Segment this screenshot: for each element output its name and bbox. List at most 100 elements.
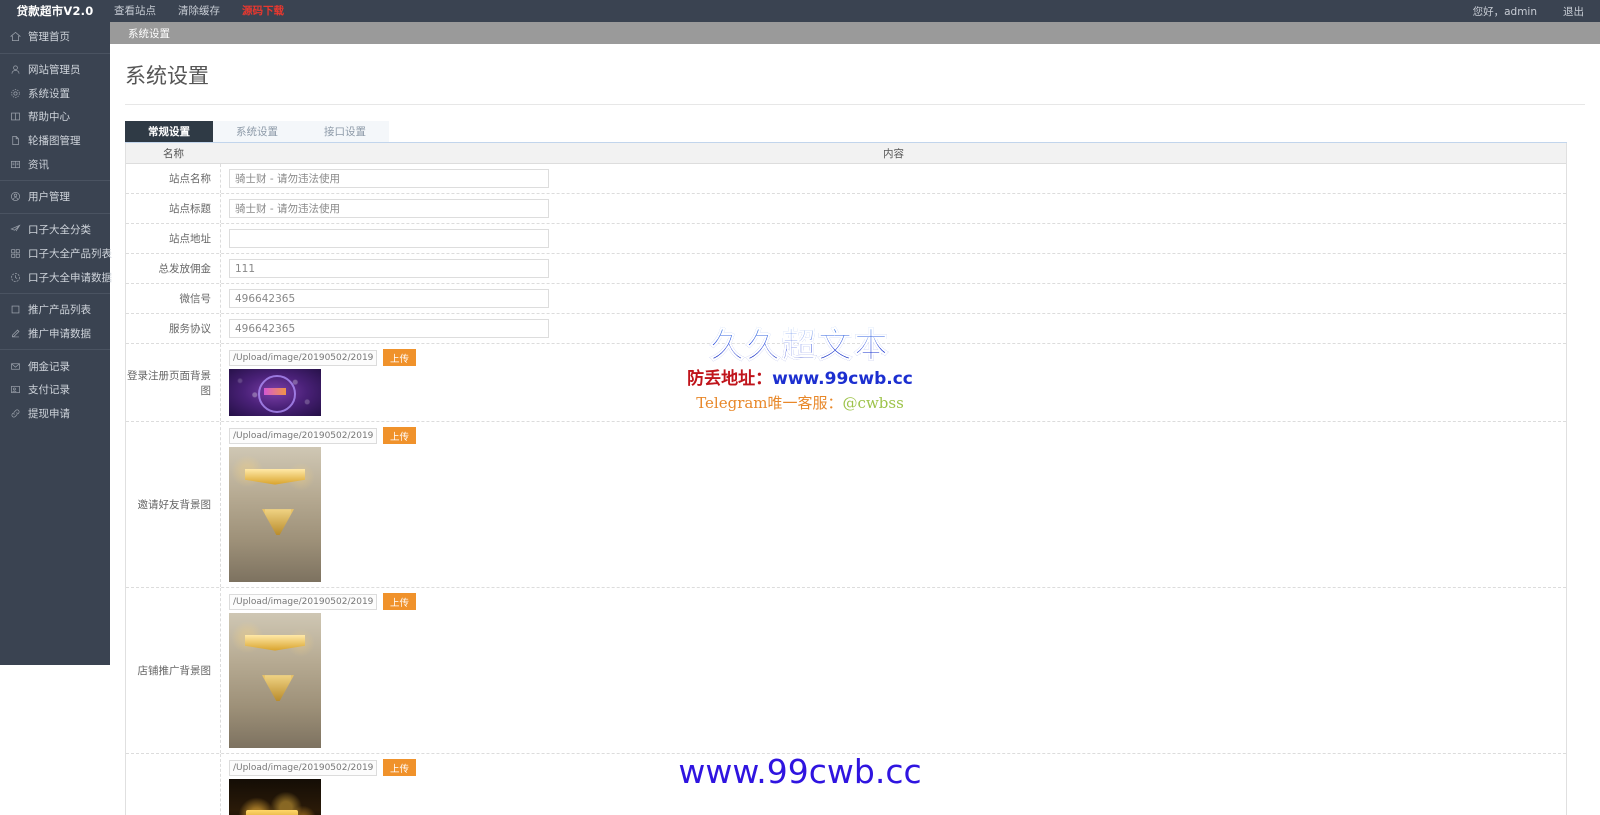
sidebar-item-promo-apply-data[interactable]: 推广申请数据 bbox=[0, 322, 110, 346]
upload-line: 上传 bbox=[229, 349, 416, 366]
site-name-input[interactable] bbox=[229, 169, 549, 188]
sidebar-item-withdraw-apply[interactable]: 提现申请 bbox=[0, 402, 110, 426]
sidebar-item-label: 口子大全产品列表 bbox=[28, 247, 112, 260]
field-value-cell bbox=[221, 164, 1566, 193]
upload-button[interactable]: 上传 bbox=[383, 759, 416, 776]
sidebar-item-label: 资讯 bbox=[28, 158, 49, 171]
link-icon bbox=[8, 407, 23, 420]
service-agreement-input[interactable] bbox=[229, 319, 549, 338]
table-row: 登录注册页面背景图 上传 bbox=[126, 344, 1566, 422]
upload-line: 上传 bbox=[229, 427, 416, 444]
field-value-cell: 上传 bbox=[221, 588, 1566, 753]
sidebar-item-dashboard[interactable]: 管理首页 bbox=[0, 25, 110, 49]
sidebar-item-label: 推广产品列表 bbox=[28, 304, 91, 317]
table-header-row: 名称 内容 bbox=[126, 143, 1566, 164]
table-row: 微信号 bbox=[126, 284, 1566, 314]
upload-line: 上传 bbox=[229, 593, 416, 610]
sidebar-item-commission-record[interactable]: 佣金记录 bbox=[0, 354, 110, 378]
table-row: 服务协议 bbox=[126, 314, 1566, 344]
edit-icon bbox=[8, 327, 23, 340]
sidebar-item-label: 佣金记录 bbox=[28, 360, 70, 373]
logout-link[interactable]: 退出 bbox=[1563, 4, 1584, 19]
login-bg-path-input[interactable] bbox=[229, 349, 377, 366]
square-icon bbox=[8, 303, 23, 316]
sidebar-group-4: 口子大全分类 口子大全产品列表 口子大全申请数据 bbox=[0, 212, 112, 293]
top-right: 您好，admin 退出 bbox=[1473, 4, 1600, 19]
sidebar-item-news[interactable]: 资讯 bbox=[0, 152, 110, 176]
site-title-input[interactable] bbox=[229, 199, 549, 218]
tab-system-settings[interactable]: 系统设置 bbox=[213, 121, 301, 142]
upload-line: 上传 bbox=[229, 759, 416, 776]
sidebar-item-user-manage[interactable]: 用户管理 bbox=[0, 185, 110, 209]
sidebar-item-label: 支付记录 bbox=[28, 384, 70, 397]
table-row: 店铺推广背景图 上传 bbox=[126, 588, 1566, 754]
top-nav-source-download[interactable]: 源码下载 bbox=[242, 0, 284, 22]
sidebar-item-promo-product-list[interactable]: 推广产品列表 bbox=[0, 298, 110, 322]
table-row: 总发放佣金 bbox=[126, 254, 1566, 284]
inbox-icon bbox=[8, 360, 23, 373]
table-row: 邀请好友背景图 上传 bbox=[126, 422, 1566, 588]
tab-interface-settings[interactable]: 接口设置 bbox=[301, 121, 389, 142]
sidebar-item-label: 帮助中心 bbox=[28, 111, 70, 124]
table-row: 站点标题 bbox=[126, 194, 1566, 224]
sidebar-group-5: 推广产品列表 推广申请数据 bbox=[0, 292, 110, 349]
tab-general-settings[interactable]: 常规设置 bbox=[125, 121, 213, 142]
table-row: 站点地址 bbox=[126, 224, 1566, 254]
news-icon bbox=[8, 158, 23, 171]
sidebar-group-6: 佣金记录 支付记录 提现申请 bbox=[0, 349, 110, 429]
sidebar-item-label: 轮播图管理 bbox=[28, 135, 81, 148]
settings-table: 名称 内容 站点名称 站点标题 站点地址 总发放佣金 bbox=[125, 143, 1567, 815]
top-nav-view-site[interactable]: 查看站点 bbox=[114, 0, 156, 22]
field-label: 站点标题 bbox=[126, 194, 221, 223]
field-label: 总发放佣金 bbox=[126, 254, 221, 283]
sidebar-item-loan-category[interactable]: 口子大全分类 bbox=[0, 218, 110, 242]
user-icon bbox=[8, 63, 23, 76]
sidebar-item-label: 口子大全分类 bbox=[28, 224, 91, 237]
sidebar-item-system-settings[interactable]: 系统设置 bbox=[0, 81, 110, 105]
sidebar-item-loan-product-list[interactable]: 口子大全产品列表 bbox=[0, 242, 112, 266]
extra-bg-thumbnail bbox=[229, 779, 321, 815]
title-divider bbox=[125, 104, 1585, 105]
sidebar-item-loan-apply-data[interactable]: 口子大全申请数据 bbox=[0, 265, 112, 289]
field-label: 邀请好友背景图 bbox=[126, 422, 221, 587]
table-row: 站点名称 bbox=[126, 164, 1566, 194]
field-label: 站点名称 bbox=[126, 164, 221, 193]
invite-bg-path-input[interactable] bbox=[229, 427, 377, 444]
login-bg-thumbnail bbox=[229, 369, 321, 416]
top-nav-clear-cache[interactable]: 清除缓存 bbox=[178, 0, 220, 22]
sidebar-item-label: 推广申请数据 bbox=[28, 327, 91, 340]
shop-promo-bg-path-input[interactable] bbox=[229, 593, 377, 610]
upload-button[interactable]: 上传 bbox=[383, 427, 416, 444]
sidebar-item-label: 网站管理员 bbox=[28, 64, 81, 77]
top-nav: 查看站点 清除缓存 源码下载 bbox=[114, 0, 284, 22]
site-url-input[interactable] bbox=[229, 229, 549, 248]
table-row: 上传 bbox=[126, 754, 1566, 815]
sidebar: 管理首页 网站管理员 系统设置 帮助中心 轮播图管理 资讯 用户管理 口子大全分… bbox=[0, 22, 112, 665]
settings-tabs: 常规设置 系统设置 接口设置 bbox=[125, 121, 1567, 143]
sidebar-item-site-admin[interactable]: 网站管理员 bbox=[0, 58, 110, 82]
sidebar-item-help-center[interactable]: 帮助中心 bbox=[0, 105, 110, 129]
sidebar-item-label: 管理首页 bbox=[28, 31, 70, 44]
sidebar-group-2: 网站管理员 系统设置 帮助中心 轮播图管理 资讯 bbox=[0, 52, 110, 180]
sidebar-item-banner-manage[interactable]: 轮播图管理 bbox=[0, 129, 110, 153]
card-icon bbox=[8, 383, 23, 396]
field-value-cell: 上传 bbox=[221, 422, 1566, 587]
field-label: 服务协议 bbox=[126, 314, 221, 343]
extra-bg-path-input[interactable] bbox=[229, 759, 377, 776]
field-label bbox=[126, 754, 221, 815]
field-label: 店铺推广背景图 bbox=[126, 588, 221, 753]
users-icon bbox=[8, 190, 23, 203]
total-commission-input[interactable] bbox=[229, 259, 549, 278]
field-label: 微信号 bbox=[126, 284, 221, 313]
gear-icon bbox=[8, 87, 23, 100]
sidebar-item-payment-record[interactable]: 支付记录 bbox=[0, 378, 110, 402]
home-icon bbox=[8, 30, 23, 43]
field-label: 站点地址 bbox=[126, 224, 221, 253]
upload-button[interactable]: 上传 bbox=[383, 593, 416, 610]
sidebar-group-1: 管理首页 bbox=[0, 22, 110, 53]
field-value-cell: 上传 bbox=[221, 754, 1566, 815]
grid-icon bbox=[8, 247, 23, 260]
wechat-id-input[interactable] bbox=[229, 289, 549, 308]
field-value-cell bbox=[221, 314, 1566, 343]
upload-button[interactable]: 上传 bbox=[383, 349, 416, 366]
